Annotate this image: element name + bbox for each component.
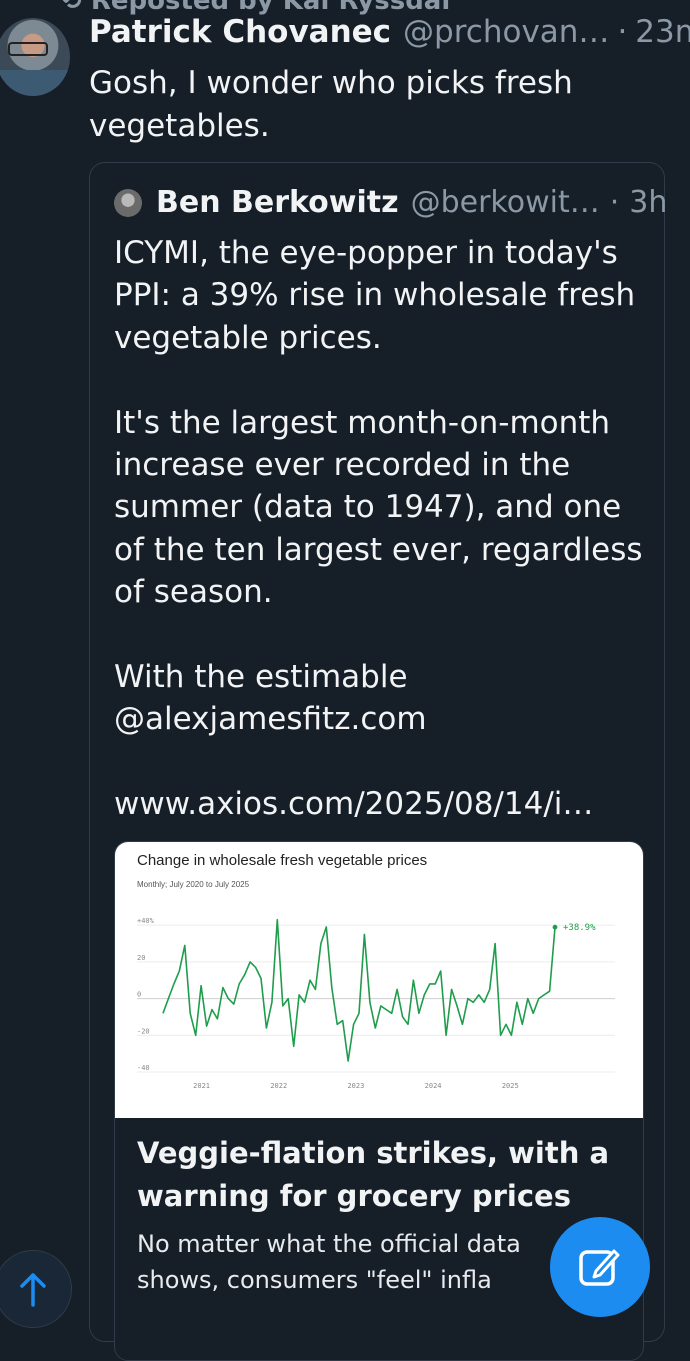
author-handle[interactable]: @prchovan… xyxy=(403,14,609,50)
vegetable-price-chart: +40% 20 0 -20 -40 2021 2022 2023 2024 2025 +38.9% xyxy=(137,917,615,1090)
repost-icon: ⟲ xyxy=(60,0,91,16)
quoted-post-time[interactable]: 3h xyxy=(629,185,667,220)
link-card-description: No matter what the official data shows, … xyxy=(137,1226,557,1298)
chart-last-point xyxy=(552,924,558,930)
chart-y-tick-label: 0 xyxy=(137,991,141,999)
quoted-author-handle[interactable]: @berkowit… xyxy=(411,185,600,220)
quoted-paragraph: ICYMI, the eye-popper in today's PPI: a … xyxy=(114,235,636,356)
link-card-description-line: No matter what the official data xyxy=(137,1230,521,1258)
quoted-author-name[interactable]: Ben Berkowitz xyxy=(156,185,399,220)
quoted-link[interactable]: www.axios.com/2025/08/14/i… xyxy=(114,783,644,825)
chart-annotation: +38.9% xyxy=(563,923,596,933)
chart-x-tick-label: 2024 xyxy=(425,1082,442,1090)
quoted-mention[interactable]: With the estimable @alexjamesfitz.com xyxy=(114,656,644,741)
quoted-post-header: Ben Berkowitz @berkowit… · 3h xyxy=(114,185,667,220)
post-text: Gosh, I wonder who picks fresh vegetable… xyxy=(89,65,573,144)
arrow-up-icon xyxy=(20,1273,46,1307)
compose-icon xyxy=(579,1249,620,1286)
chart-series-line xyxy=(162,918,556,1062)
chart-y-tick-label: 20 xyxy=(137,954,145,962)
chart-x-tick-label: 2023 xyxy=(347,1082,364,1090)
compose-button[interactable] xyxy=(550,1217,650,1317)
quoted-paragraph: It's the largest month-on-month increase… xyxy=(114,404,643,611)
chart-x-tick-label: 2022 xyxy=(270,1082,287,1090)
chart-y-tick-label: +40% xyxy=(137,917,155,925)
link-card-title: Veggie-flation strikes, with a warning f… xyxy=(137,1136,610,1213)
chart-x-tick-label: 2025 xyxy=(502,1082,519,1090)
post-avatar[interactable] xyxy=(0,18,70,96)
post-time[interactable]: 23m xyxy=(635,14,690,50)
link-card-description-line: shows, consumers "feel" infla xyxy=(137,1266,492,1294)
chart-x-tick-label: 2021 xyxy=(193,1082,210,1090)
avatar-shirt xyxy=(0,70,70,96)
author-name[interactable]: Patrick Chovanec xyxy=(89,14,391,50)
chart-y-tick-label: -20 xyxy=(137,1027,150,1035)
post-header: Patrick Chovanec @prchovan… · 23m xyxy=(89,14,690,50)
quoted-post-text: ICYMI, the eye-popper in today's PPI: a … xyxy=(114,232,644,868)
avatar-glasses xyxy=(8,42,48,56)
quoted-post[interactable]: Ben Berkowitz @berkowit… · 3h ICYMI, the… xyxy=(89,162,667,1361)
scroll-to-top-button[interactable] xyxy=(0,1250,72,1328)
link-preview-chart: Change in wholesale fresh vegetable pric… xyxy=(115,842,643,1118)
quoted-header-separator: · xyxy=(609,185,620,220)
chart-y-tick-label: -40 xyxy=(137,1064,150,1072)
quoted-author-avatar[interactable] xyxy=(114,188,142,217)
header-separator: · xyxy=(617,14,628,50)
